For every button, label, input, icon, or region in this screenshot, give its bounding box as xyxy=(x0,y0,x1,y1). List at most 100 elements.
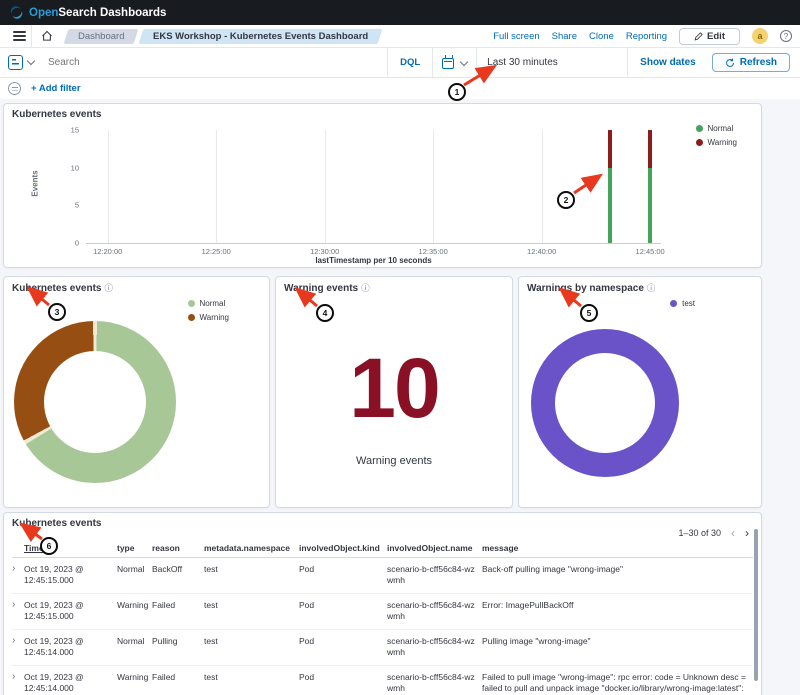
refresh-button[interactable]: Refresh xyxy=(712,53,790,72)
x-tick-label: 12:20:00 xyxy=(93,247,122,256)
query-language-button[interactable]: DQL xyxy=(388,57,432,68)
sort-descending-icon: ▾ xyxy=(46,546,50,553)
info-icon[interactable]: ⓘ xyxy=(104,283,113,293)
column-header-message[interactable]: message xyxy=(482,539,753,558)
calendar-chevron-down-icon xyxy=(460,57,468,65)
cell-involvedobject-name: scenario-b-cff56c84-wzwmh xyxy=(387,593,482,629)
cell-involvedobject-kind: Pod xyxy=(299,558,387,594)
pagination-range: 1–30 of 30 xyxy=(678,528,721,538)
expand-row-icon[interactable]: › xyxy=(12,558,24,594)
x-tick-label: 12:45:00 xyxy=(636,247,665,256)
home-icon[interactable] xyxy=(32,30,62,42)
legend-item[interactable]: Warning xyxy=(188,313,230,322)
panel-title: Kubernetes events xyxy=(4,513,761,529)
time-range-value[interactable]: Last 30 minutes xyxy=(477,57,627,68)
query-bar: DQL Last 30 minutes Show dates Refresh xyxy=(0,48,800,78)
cell-involvedobject-kind: Pod xyxy=(299,593,387,629)
x-tick-label: 12:35:00 xyxy=(419,247,448,256)
app-header: OpenSearch Dashboards xyxy=(0,0,800,25)
cell-type: Warning xyxy=(117,665,152,695)
pencil-icon xyxy=(694,32,703,41)
opensearch-dashboards-app: OpenSearch Dashboards Dashboard EKS Work… xyxy=(0,0,800,695)
legend-item[interactable]: Normal xyxy=(696,124,738,133)
saved-query-chevron-down-icon[interactable] xyxy=(27,57,35,65)
full-screen-link[interactable]: Full screen xyxy=(493,31,539,42)
next-page-icon[interactable]: › xyxy=(745,527,749,539)
panel-warning-events-metric: Warning eventsⓘ 10 Warning events xyxy=(275,276,513,508)
share-link[interactable]: Share xyxy=(552,31,577,42)
x-tick-label: 12:40:00 xyxy=(527,247,556,256)
y-axis-title: Events xyxy=(31,170,40,196)
cell-reason: Pulling xyxy=(152,629,204,665)
cell-time: Oct 19, 2023 @ 12:45:15.000 xyxy=(24,558,117,594)
column-header-reason[interactable]: reason xyxy=(152,539,204,558)
legend-dot-icon xyxy=(696,139,703,146)
previous-page-icon[interactable]: ‹ xyxy=(731,527,735,539)
legend-dot-icon xyxy=(188,300,195,307)
stacked-bar[interactable] xyxy=(648,130,652,243)
y-tick-label: 0 xyxy=(75,239,79,248)
column-header-time[interactable]: Time▾ xyxy=(24,539,117,558)
help-icon[interactable]: ? xyxy=(780,30,792,42)
cell-reason: BackOff xyxy=(152,558,204,594)
expand-row-icon[interactable]: › xyxy=(12,665,24,695)
column-header-involvedobject-kind[interactable]: involvedObject.kind xyxy=(299,539,387,558)
menu-icon[interactable] xyxy=(8,25,32,47)
stacked-bar[interactable] xyxy=(608,130,612,243)
legend-item[interactable]: Normal xyxy=(188,299,230,308)
add-filter-link[interactable]: + Add filter xyxy=(31,83,81,94)
column-header-involvedobject-name[interactable]: involvedObject.name xyxy=(387,539,482,558)
panel-kubernetes-events-pie: Kubernetes eventsⓘ NormalWarning xyxy=(3,276,270,508)
legend-item[interactable]: test xyxy=(670,299,695,308)
events-donut-chart[interactable] xyxy=(14,321,176,483)
cell-involvedobject-kind: Pod xyxy=(299,629,387,665)
info-icon[interactable]: ⓘ xyxy=(361,283,370,293)
date-picker-button[interactable] xyxy=(433,56,476,69)
breadcrumb-dashboard[interactable]: Dashboard xyxy=(64,29,139,44)
namespace-donut-chart[interactable] xyxy=(531,329,679,477)
column-header-metadata-namespace[interactable]: metadata.namespace xyxy=(204,539,299,558)
legend-dot-icon xyxy=(670,300,677,307)
cell-time: Oct 19, 2023 @ 12:45:15.000 xyxy=(24,593,117,629)
breadcrumb-current-dashboard[interactable]: EKS Workshop - Kubernetes Events Dashboa… xyxy=(139,29,383,44)
expand-row-icon[interactable]: › xyxy=(12,593,24,629)
search-input[interactable] xyxy=(48,57,387,68)
info-icon[interactable]: ⓘ xyxy=(647,283,656,293)
x-tick-label: 12:25:00 xyxy=(202,247,231,256)
navigation-bar: Dashboard EKS Workshop - Kubernetes Even… xyxy=(0,25,800,48)
clone-link[interactable]: Clone xyxy=(589,31,614,42)
show-dates-link[interactable]: Show dates xyxy=(627,48,708,77)
panel-title: Warning eventsⓘ xyxy=(276,277,512,294)
cell-involvedobject-name: scenario-b-cff56c84-wzwmh xyxy=(387,665,482,695)
cell-time: Oct 19, 2023 @ 12:45:14.000 xyxy=(24,629,117,665)
gridline xyxy=(325,130,326,243)
legend-item[interactable]: Warning xyxy=(696,138,738,147)
cell-involvedobject-name: scenario-b-cff56c84-wzwmh xyxy=(387,629,482,665)
gridline xyxy=(108,130,109,243)
dashboard-content: Kubernetes events Events 12:20:0012:25:0… xyxy=(0,99,800,695)
cell-message: Pulling image "wrong-image" xyxy=(482,629,753,665)
events-table: Time▾typereasonmetadata.namespaceinvolve… xyxy=(12,539,753,695)
legend-dot-icon xyxy=(696,125,703,132)
panel-row: Kubernetes eventsⓘ NormalWarning Warning… xyxy=(3,276,762,508)
expand-row-icon[interactable]: › xyxy=(12,629,24,665)
histogram-plot-area[interactable]: 12:20:0012:25:0012:30:0012:35:0012:40:00… xyxy=(86,130,661,244)
namespace-legend: test xyxy=(670,299,695,313)
saved-query-icon[interactable] xyxy=(8,55,23,70)
gridline xyxy=(216,130,217,243)
breadcrumb: Dashboard EKS Workshop - Kubernetes Even… xyxy=(66,29,381,44)
edit-button[interactable]: Edit xyxy=(679,28,740,45)
table-row: ›Oct 19, 2023 @ 12:45:14.000NormalPullin… xyxy=(12,629,753,665)
column-header-type[interactable]: type xyxy=(117,539,152,558)
x-axis-title: lastTimestamp per 10 seconds xyxy=(86,256,661,265)
reporting-link[interactable]: Reporting xyxy=(626,31,667,42)
table-scrollbar[interactable] xyxy=(754,529,758,681)
avatar[interactable]: a xyxy=(752,28,768,44)
metric-label: Warning events xyxy=(276,455,512,467)
calendar-icon xyxy=(442,58,454,69)
gridline xyxy=(433,130,434,243)
cell-time: Oct 19, 2023 @ 12:45:14.000 xyxy=(24,665,117,695)
cell-message: Failed to pull image "wrong-image": rpc … xyxy=(482,665,753,695)
refresh-icon xyxy=(725,58,735,68)
filter-icon[interactable] xyxy=(8,82,21,95)
